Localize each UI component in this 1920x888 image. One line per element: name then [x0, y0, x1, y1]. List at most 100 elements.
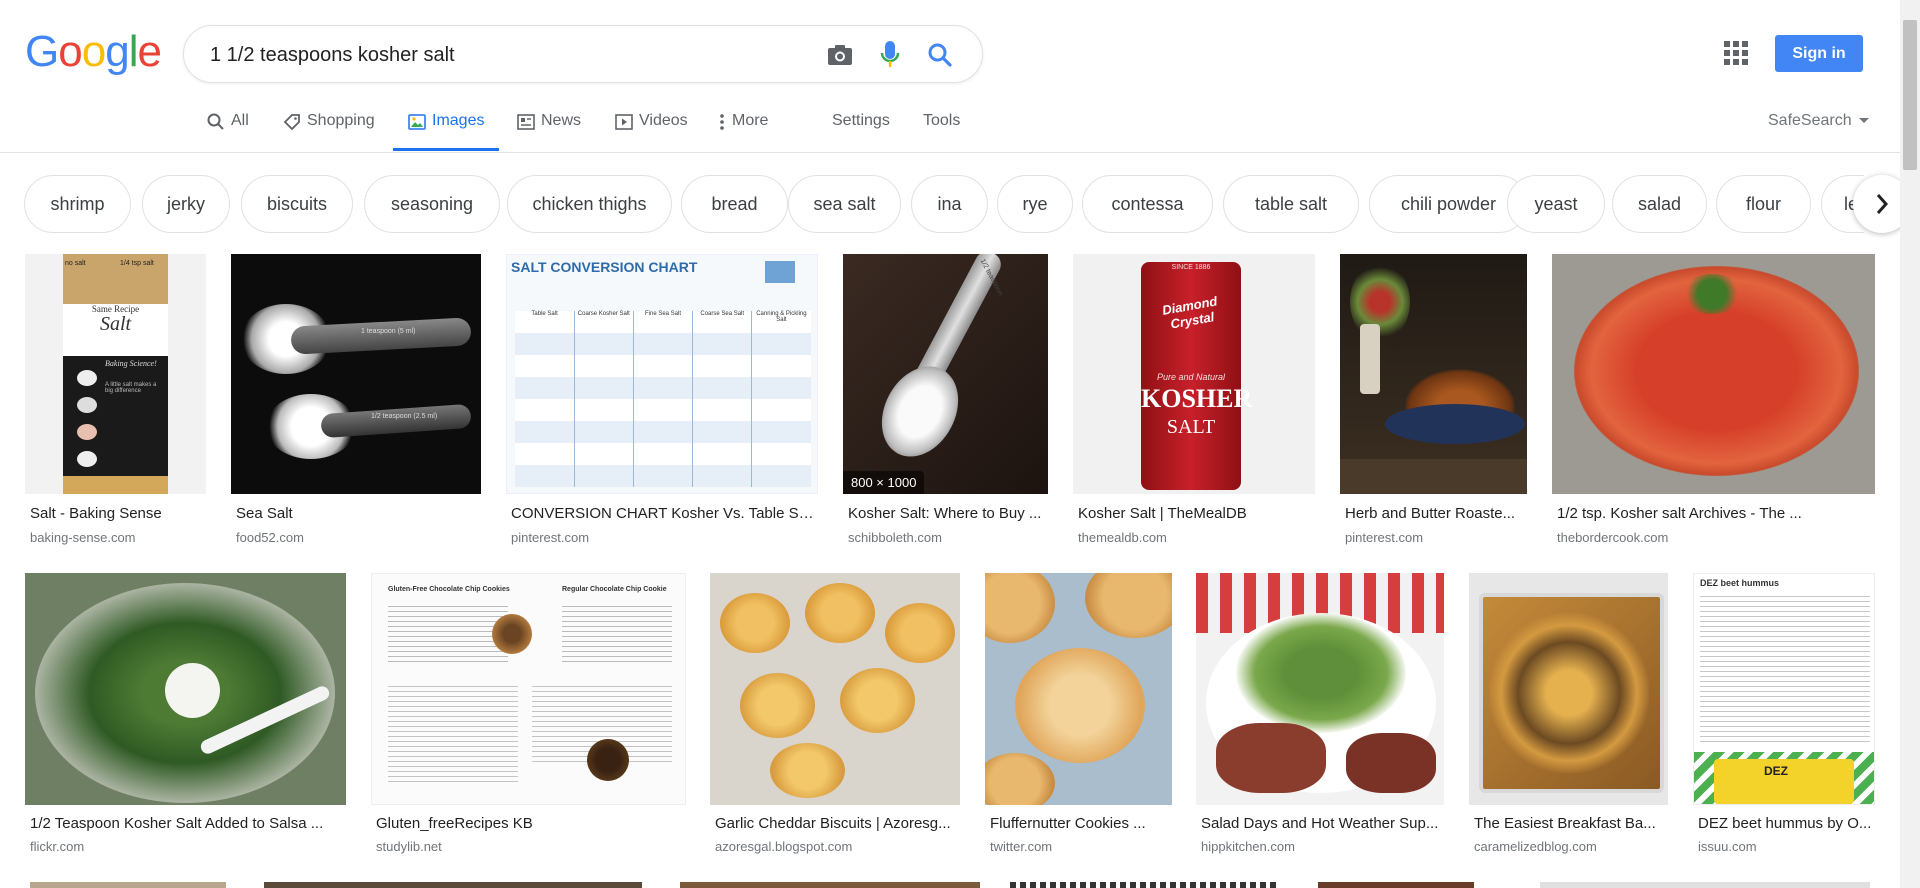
result-caption: 1/2 Teaspoon Kosher Salt Added to Salsa … [30, 815, 324, 832]
tab-shopping[interactable]: Shopping [283, 112, 375, 152]
active-tab-indicator [393, 148, 499, 151]
image-label: 1 teaspoon (5 ml) [361, 328, 416, 335]
chip[interactable]: shrimp [24, 175, 131, 233]
result-caption: CONVERSION CHART Kosher Vs. Table Sa... [511, 505, 818, 522]
image-result-partial[interactable] [1010, 882, 1280, 888]
google-logo[interactable]: Google [25, 27, 162, 76]
image-result[interactable]: 1 teaspoon (5 ml) 1/2 teaspoon (2.5 ml) … [231, 254, 481, 554]
tab-videos[interactable]: Videos [615, 112, 688, 152]
result-image: 1/2 teaspoon 800 × 1000 [843, 254, 1048, 494]
result-caption: Herb and Butter Roaste... [1345, 505, 1516, 522]
mic-icon[interactable] [874, 39, 906, 71]
image-label: Table Salt [531, 311, 558, 317]
chip[interactable]: seasoning [364, 175, 500, 233]
image-result[interactable]: 1/2 Teaspoon Kosher Salt Added to Salsa … [25, 573, 346, 863]
result-caption: Kosher Salt | TheMealDB [1078, 505, 1247, 522]
camera-icon[interactable] [824, 39, 856, 71]
result-source: schibboleth.com [848, 530, 942, 545]
result-source: pinterest.com [511, 530, 590, 545]
image-result[interactable]: Gluten-Free Chocolate Chip Cookies Regul… [371, 573, 686, 863]
chip[interactable]: table salt [1223, 175, 1359, 233]
chip[interactable]: chicken thighs [507, 175, 672, 233]
chip[interactable]: bread [681, 175, 788, 233]
tab-all[interactable]: All [207, 112, 249, 152]
chip[interactable]: contessa [1082, 175, 1213, 233]
tab-label: Images [432, 112, 485, 129]
image-result[interactable]: Herb and Butter Roaste... pinterest.com [1340, 254, 1527, 554]
image-result-partial[interactable] [1318, 882, 1474, 888]
result-caption: Gluten_freeRecipes KB [376, 815, 533, 832]
image-label: Salt [99, 313, 132, 335]
image-result[interactable]: SINCE 1886 Diamond Crystal Pure and Natu… [1073, 254, 1315, 554]
result-caption: Fluffernutter Cookies ... [990, 815, 1146, 832]
chip[interactable]: flour [1716, 175, 1811, 233]
image-dimensions-badge: 800 × 1000 [843, 471, 925, 494]
result-source: caramelizedblog.com [1474, 839, 1597, 854]
tools-link[interactable]: Tools [923, 112, 960, 130]
image-result[interactable]: SALT CONVERSION CHART Table Salt Coarse … [506, 254, 818, 554]
logo-letter: o [58, 27, 83, 76]
tab-news[interactable]: News [517, 112, 581, 152]
image-result[interactable]: Fluffernutter Cookies ... twitter.com [985, 573, 1172, 863]
image-result[interactable]: Salad Days and Hot Weather Sup... hippki… [1196, 573, 1444, 863]
result-source: thebordercook.com [1557, 530, 1669, 545]
caret-down-icon [1859, 118, 1870, 124]
chip[interactable]: rye [997, 175, 1073, 233]
result-caption: Sea Salt [236, 505, 293, 522]
scrollbar-thumb[interactable] [1903, 20, 1917, 170]
result-source: food52.com [236, 530, 304, 545]
chip[interactable]: ina [911, 175, 988, 233]
image-result-partial[interactable] [30, 882, 226, 888]
result-source: pinterest.com [1345, 530, 1424, 545]
result-caption: DEZ beet hummus by O... [1698, 815, 1872, 832]
image-result-partial[interactable] [680, 882, 980, 888]
image-result[interactable]: Garlic Cheddar Biscuits | Azoresg... azo… [710, 573, 960, 863]
search-icon[interactable] [924, 39, 956, 71]
result-source: twitter.com [990, 839, 1053, 854]
result-image: SALT CONVERSION CHART Table Salt Coarse … [506, 254, 818, 494]
chip[interactable]: salad [1612, 175, 1707, 233]
result-image [1552, 254, 1875, 494]
image-label: no salt [65, 260, 86, 267]
logo-letter: o [81, 27, 107, 76]
image-label: Baking Science! [105, 359, 157, 368]
image-result-partial[interactable] [264, 882, 642, 888]
apps-grid-icon[interactable] [1724, 41, 1748, 65]
image-label: 1/2 teaspoon (2.5 ml) [371, 413, 438, 420]
page-scrollbar[interactable] [1900, 0, 1920, 888]
image-result[interactable]: 1/2 teaspoon 800 × 1000 Kosher Salt: Whe… [843, 254, 1048, 554]
chip[interactable]: biscuits [241, 175, 353, 233]
image-result[interactable]: DEZ beet hummus DEZ DEZ beet hummus by O… [1693, 573, 1875, 863]
result-image [710, 573, 960, 805]
image-label: DEZ [1764, 764, 1788, 778]
result-image: Same Recipe Salt no salt 1/4 tsp salt Ba… [25, 254, 206, 494]
tab-images[interactable]: Images [408, 112, 484, 152]
image-label: Gluten-Free Chocolate Chip Cookies [388, 586, 510, 593]
chip[interactable]: jerky [142, 175, 230, 233]
image-result[interactable]: The Easiest Breakfast Ba... caramelizedb… [1469, 573, 1668, 863]
result-image [985, 573, 1172, 805]
image-icon [408, 112, 426, 132]
search-icon [207, 112, 225, 132]
safesearch-dropdown[interactable]: SafeSearch [1768, 112, 1870, 130]
image-result[interactable]: 1/2 tsp. Kosher salt Archives - The ... … [1552, 254, 1875, 554]
sign-in-button[interactable]: Sign in [1775, 35, 1863, 72]
result-image [1469, 573, 1668, 805]
result-image [1196, 573, 1444, 805]
tab-label: Shopping [307, 112, 375, 129]
tag-icon [283, 112, 301, 132]
image-label: Coarse Kosher Salt [577, 311, 630, 317]
result-image: 1 teaspoon (5 ml) 1/2 teaspoon (2.5 ml) [231, 254, 481, 494]
result-source: flickr.com [30, 839, 85, 854]
settings-link[interactable]: Settings [832, 112, 890, 130]
image-result[interactable]: Same Recipe Salt no salt 1/4 tsp salt Ba… [25, 254, 206, 554]
chip[interactable]: chili powder [1369, 175, 1528, 233]
result-image: DEZ beet hummus DEZ [1693, 573, 1875, 805]
logo-letter: g [105, 27, 130, 76]
result-image: Gluten-Free Chocolate Chip Cookies Regul… [371, 573, 686, 805]
image-result-partial[interactable] [1540, 882, 1870, 888]
chip[interactable]: yeast [1507, 175, 1605, 233]
chip[interactable]: sea salt [788, 175, 901, 233]
search-input[interactable] [210, 42, 810, 68]
tab-more[interactable]: More [718, 112, 768, 152]
